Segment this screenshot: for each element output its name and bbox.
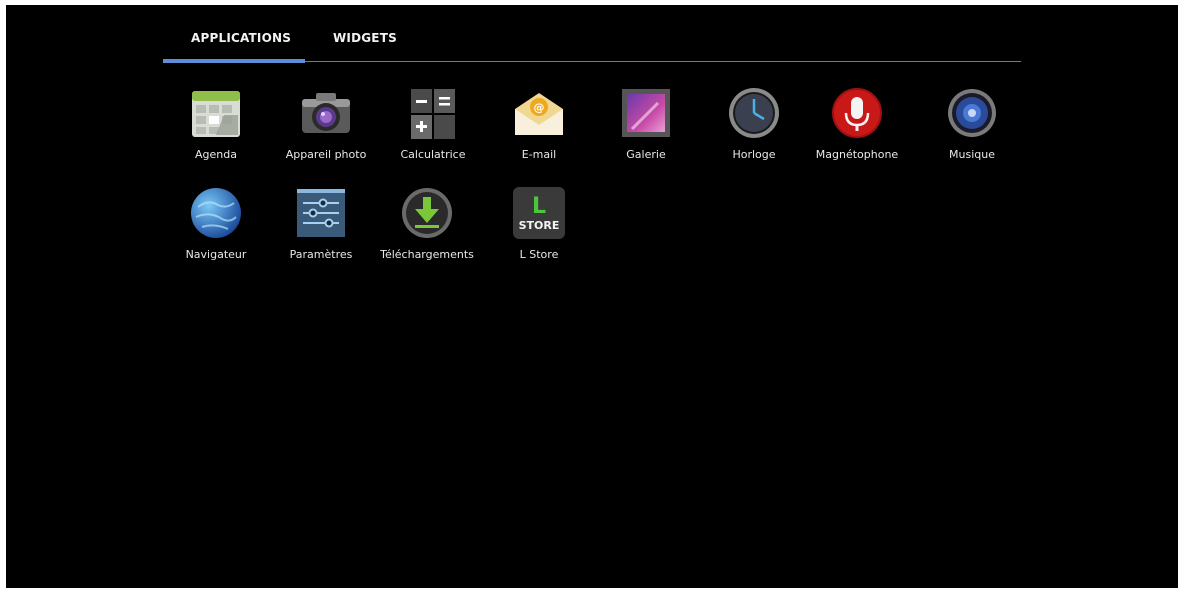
app-label: E-mail — [521, 148, 557, 161]
app-label: Téléchargements — [380, 248, 474, 261]
svg-text:L: L — [532, 194, 546, 219]
app-magnetophone[interactable]: Magnétophone — [802, 85, 912, 169]
store-icon: L STORE — [511, 185, 567, 241]
globe-icon — [188, 185, 244, 241]
calendar-icon — [188, 85, 244, 141]
app-appareil-photo[interactable]: Appareil photo — [271, 85, 381, 169]
app-label: Paramètres — [289, 248, 353, 261]
microphone-icon — [829, 85, 885, 141]
app-label: Musique — [949, 148, 995, 161]
email-icon: @ — [511, 85, 567, 141]
app-label: Calculatrice — [400, 148, 466, 161]
app-label: Magnétophone — [815, 148, 899, 161]
app-musique[interactable]: Musique — [917, 85, 1027, 169]
app-label: Agenda — [195, 148, 237, 161]
app-label: Appareil photo — [285, 148, 367, 161]
active-tab-indicator — [163, 59, 305, 63]
tab-bar: APPLICATIONS WIDGETS — [163, 5, 1021, 63]
app-label: Navigateur — [185, 248, 247, 261]
camera-icon — [298, 85, 354, 141]
app-label: L Store — [519, 248, 559, 261]
settings-sliders-icon — [293, 185, 349, 241]
speaker-icon — [944, 85, 1000, 141]
app-galerie[interactable]: Galerie — [591, 85, 701, 169]
app-l-store[interactable]: L STORE L Store — [484, 185, 594, 269]
app-agenda[interactable]: Agenda — [161, 85, 271, 169]
download-icon — [399, 185, 455, 241]
svg-text:STORE: STORE — [519, 219, 560, 232]
app-calculatrice[interactable]: Calculatrice — [378, 85, 488, 169]
app-drawer-screen: APPLICATIONS WIDGETS Agenda Appareil pho… — [6, 5, 1178, 588]
svg-text:@: @ — [534, 101, 545, 114]
clock-icon — [726, 85, 782, 141]
app-telechargements[interactable]: Téléchargements — [372, 185, 482, 269]
app-parametres[interactable]: Paramètres — [266, 185, 376, 269]
tab-applications[interactable]: APPLICATIONS — [191, 31, 291, 45]
app-label: Galerie — [626, 148, 666, 161]
app-navigateur[interactable]: Navigateur — [161, 185, 271, 269]
calculator-icon — [405, 85, 461, 141]
app-e-mail[interactable]: @ E-mail — [484, 85, 594, 169]
app-horloge[interactable]: Horloge — [699, 85, 809, 169]
tab-widgets[interactable]: WIDGETS — [333, 31, 397, 45]
app-label: Horloge — [732, 148, 776, 161]
gallery-icon — [618, 85, 674, 141]
